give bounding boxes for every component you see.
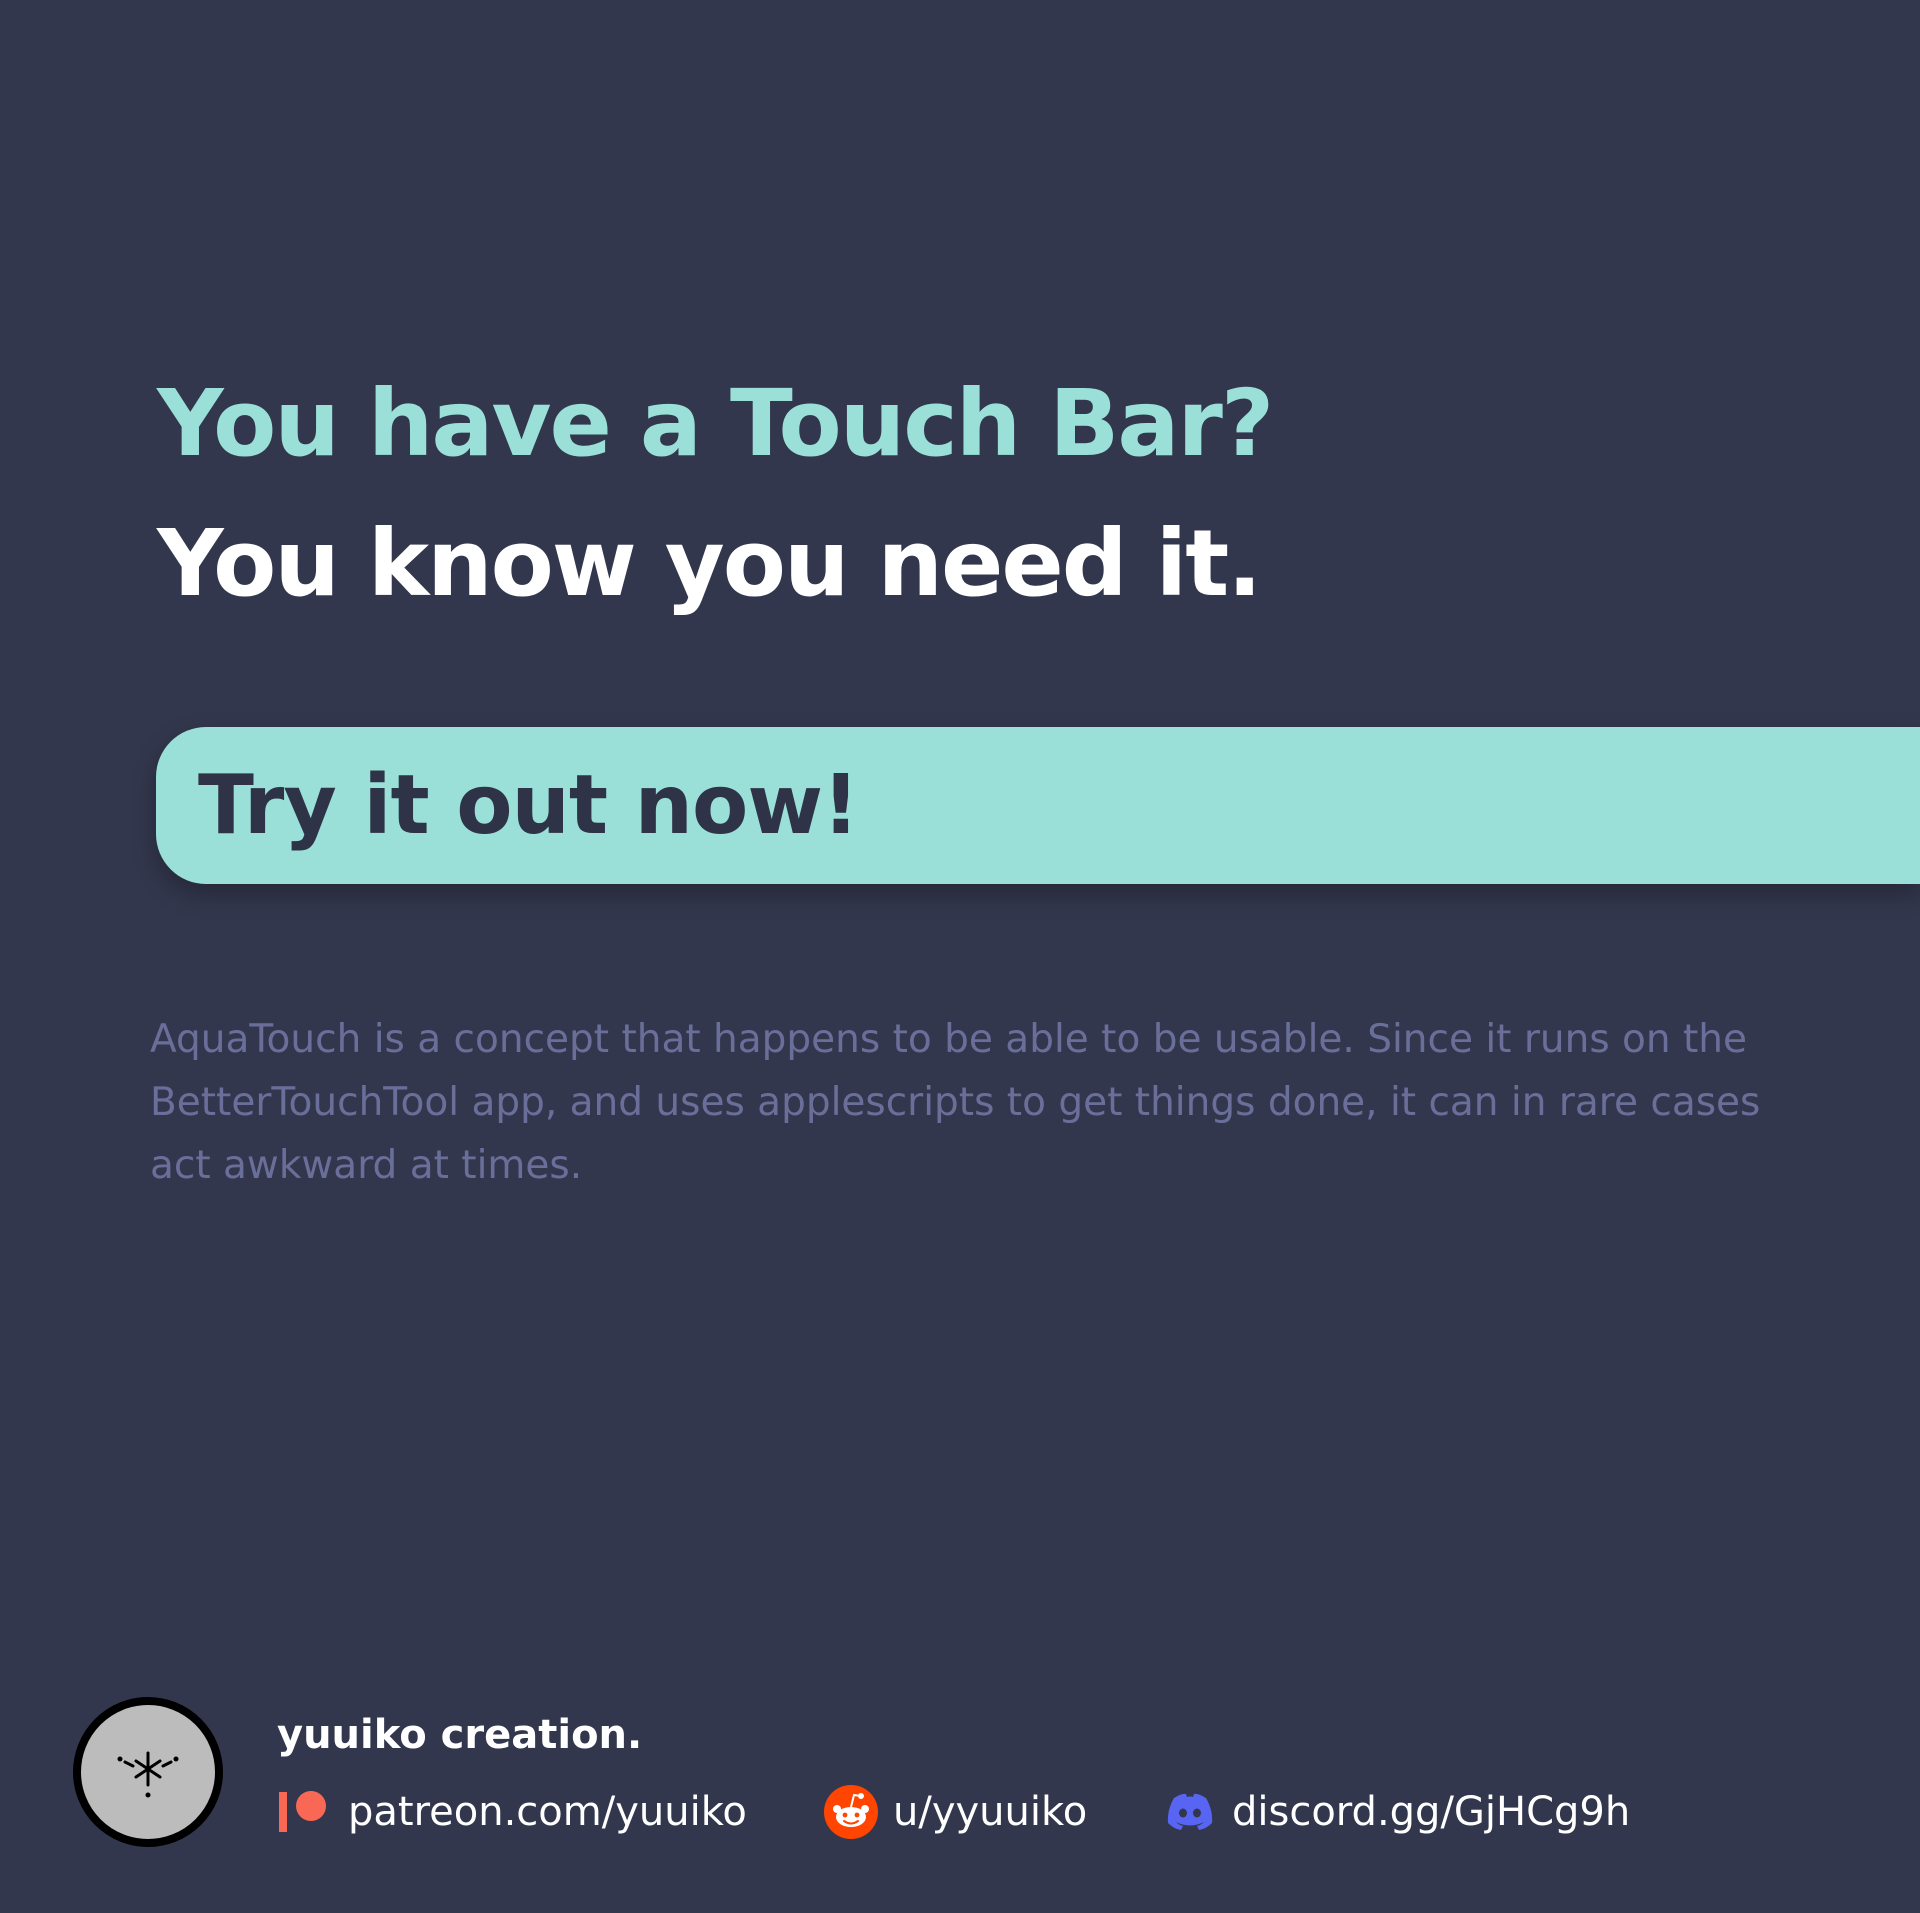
hero-heading-statement: You know you need it. bbox=[157, 510, 1262, 617]
logo-glyph-icon bbox=[117, 1751, 179, 1798]
patreon-icon bbox=[278, 1784, 334, 1840]
patreon-link-label: patreon.com/yuuiko bbox=[348, 1789, 747, 1835]
reddit-link-label: u/yyuuiko bbox=[893, 1789, 1088, 1835]
yuuiko-logo bbox=[73, 1697, 223, 1847]
discord-icon bbox=[1162, 1784, 1218, 1840]
footer-brand-title: yuuiko creation. bbox=[277, 1712, 643, 1758]
patreon-link[interactable]: patreon.com/yuuiko bbox=[278, 1784, 747, 1840]
discord-link[interactable]: discord.gg/GjHCg9h bbox=[1162, 1784, 1630, 1840]
description-text: AquaTouch is a concept that happens to b… bbox=[150, 1017, 1761, 1188]
try-it-out-label: Try it out now! bbox=[198, 758, 860, 853]
try-it-out-button[interactable]: Try it out now! bbox=[156, 727, 1920, 884]
hero-heading-question: You have a Touch Bar? bbox=[157, 370, 1274, 477]
discord-link-label: discord.gg/GjHCg9h bbox=[1232, 1789, 1631, 1835]
reddit-link[interactable]: u/yyuuiko bbox=[823, 1784, 1087, 1840]
reddit-icon bbox=[823, 1784, 879, 1840]
